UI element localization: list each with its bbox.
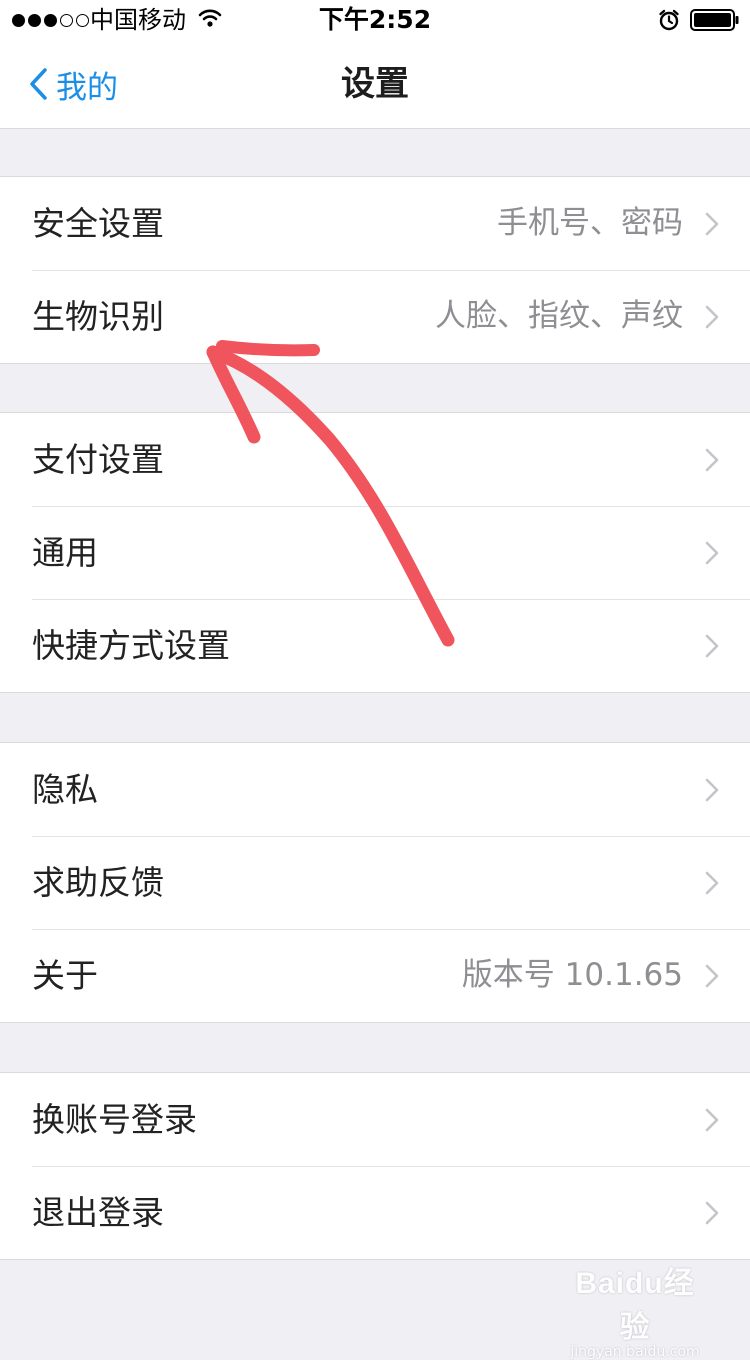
- row-label: 退出登录: [32, 1193, 164, 1232]
- navigation-bar: 我的 设置: [0, 40, 750, 129]
- settings-row-about[interactable]: 关于 版本号 10.1.65: [0, 929, 750, 1022]
- settings-row-general[interactable]: 通用: [0, 506, 750, 599]
- chevron-right-icon: [705, 448, 719, 472]
- row-label: 关于: [32, 956, 98, 995]
- back-button[interactable]: 我的: [28, 40, 118, 128]
- settings-row-help-feedback[interactable]: 求助反馈: [0, 836, 750, 929]
- signal-dot: [28, 14, 41, 27]
- chevron-right-icon: [705, 212, 719, 236]
- chevron-right-icon: [705, 305, 719, 329]
- settings-row-switch-account[interactable]: 换账号登录: [0, 1073, 750, 1166]
- chevron-right-icon: [705, 778, 719, 802]
- row-detail: 人脸、指纹、声纹: [435, 298, 683, 334]
- row-detail: 手机号、密码: [497, 205, 683, 241]
- signal-dot: [44, 14, 57, 27]
- row-label: 通用: [32, 533, 98, 572]
- settings-group-account: 安全设置 手机号、密码 生物识别 人脸、指纹、声纹: [0, 176, 750, 364]
- signal-dot: [76, 14, 89, 27]
- settings-group-support: 隐私 求助反馈 关于 版本号 10.1.65: [0, 742, 750, 1023]
- chevron-right-icon: [705, 541, 719, 565]
- status-bar: 中国移动 下午2:52: [0, 0, 750, 40]
- signal-strength-icon: [12, 14, 89, 27]
- watermark-url: jingyan.baidu.com: [570, 1344, 700, 1360]
- row-label: 快捷方式设置: [32, 626, 230, 665]
- row-label: 支付设置: [32, 440, 164, 479]
- settings-row-biometrics[interactable]: 生物识别 人脸、指纹、声纹: [0, 270, 750, 363]
- chevron-right-icon: [705, 1108, 719, 1132]
- settings-row-shortcuts[interactable]: 快捷方式设置: [0, 599, 750, 692]
- settings-row-logout[interactable]: 退出登录: [0, 1166, 750, 1259]
- back-button-label: 我的: [56, 69, 118, 106]
- settings-row-security[interactable]: 安全设置 手机号、密码: [0, 177, 750, 270]
- signal-dot: [12, 14, 25, 27]
- settings-group-login: 换账号登录 退出登录: [0, 1072, 750, 1260]
- watermark-logo: Baidu经验: [575, 1267, 695, 1344]
- wifi-icon: [198, 8, 222, 32]
- settings-row-privacy[interactable]: 隐私: [0, 743, 750, 836]
- alarm-clock-icon: [658, 9, 680, 35]
- row-label: 生物识别: [32, 297, 164, 336]
- chevron-right-icon: [705, 871, 719, 895]
- row-label: 隐私: [32, 770, 98, 809]
- row-label: 安全设置: [32, 204, 164, 243]
- battery-icon: [690, 9, 740, 35]
- carrier-name: 中国移动: [90, 6, 186, 34]
- row-label: 换账号登录: [32, 1100, 197, 1139]
- chevron-right-icon: [705, 1201, 719, 1225]
- settings-group-general: 支付设置 通用 快捷方式设置: [0, 412, 750, 693]
- signal-dot: [60, 14, 73, 27]
- chevron-right-icon: [705, 964, 719, 988]
- row-detail: 版本号 10.1.65: [461, 957, 683, 993]
- settings-row-payment[interactable]: 支付设置: [0, 413, 750, 506]
- chevron-left-icon: [28, 67, 48, 101]
- row-label: 求助反馈: [32, 863, 164, 902]
- chevron-right-icon: [705, 634, 719, 658]
- baidu-watermark: Baidu经验 jingyan.baidu.com: [560, 1258, 710, 1360]
